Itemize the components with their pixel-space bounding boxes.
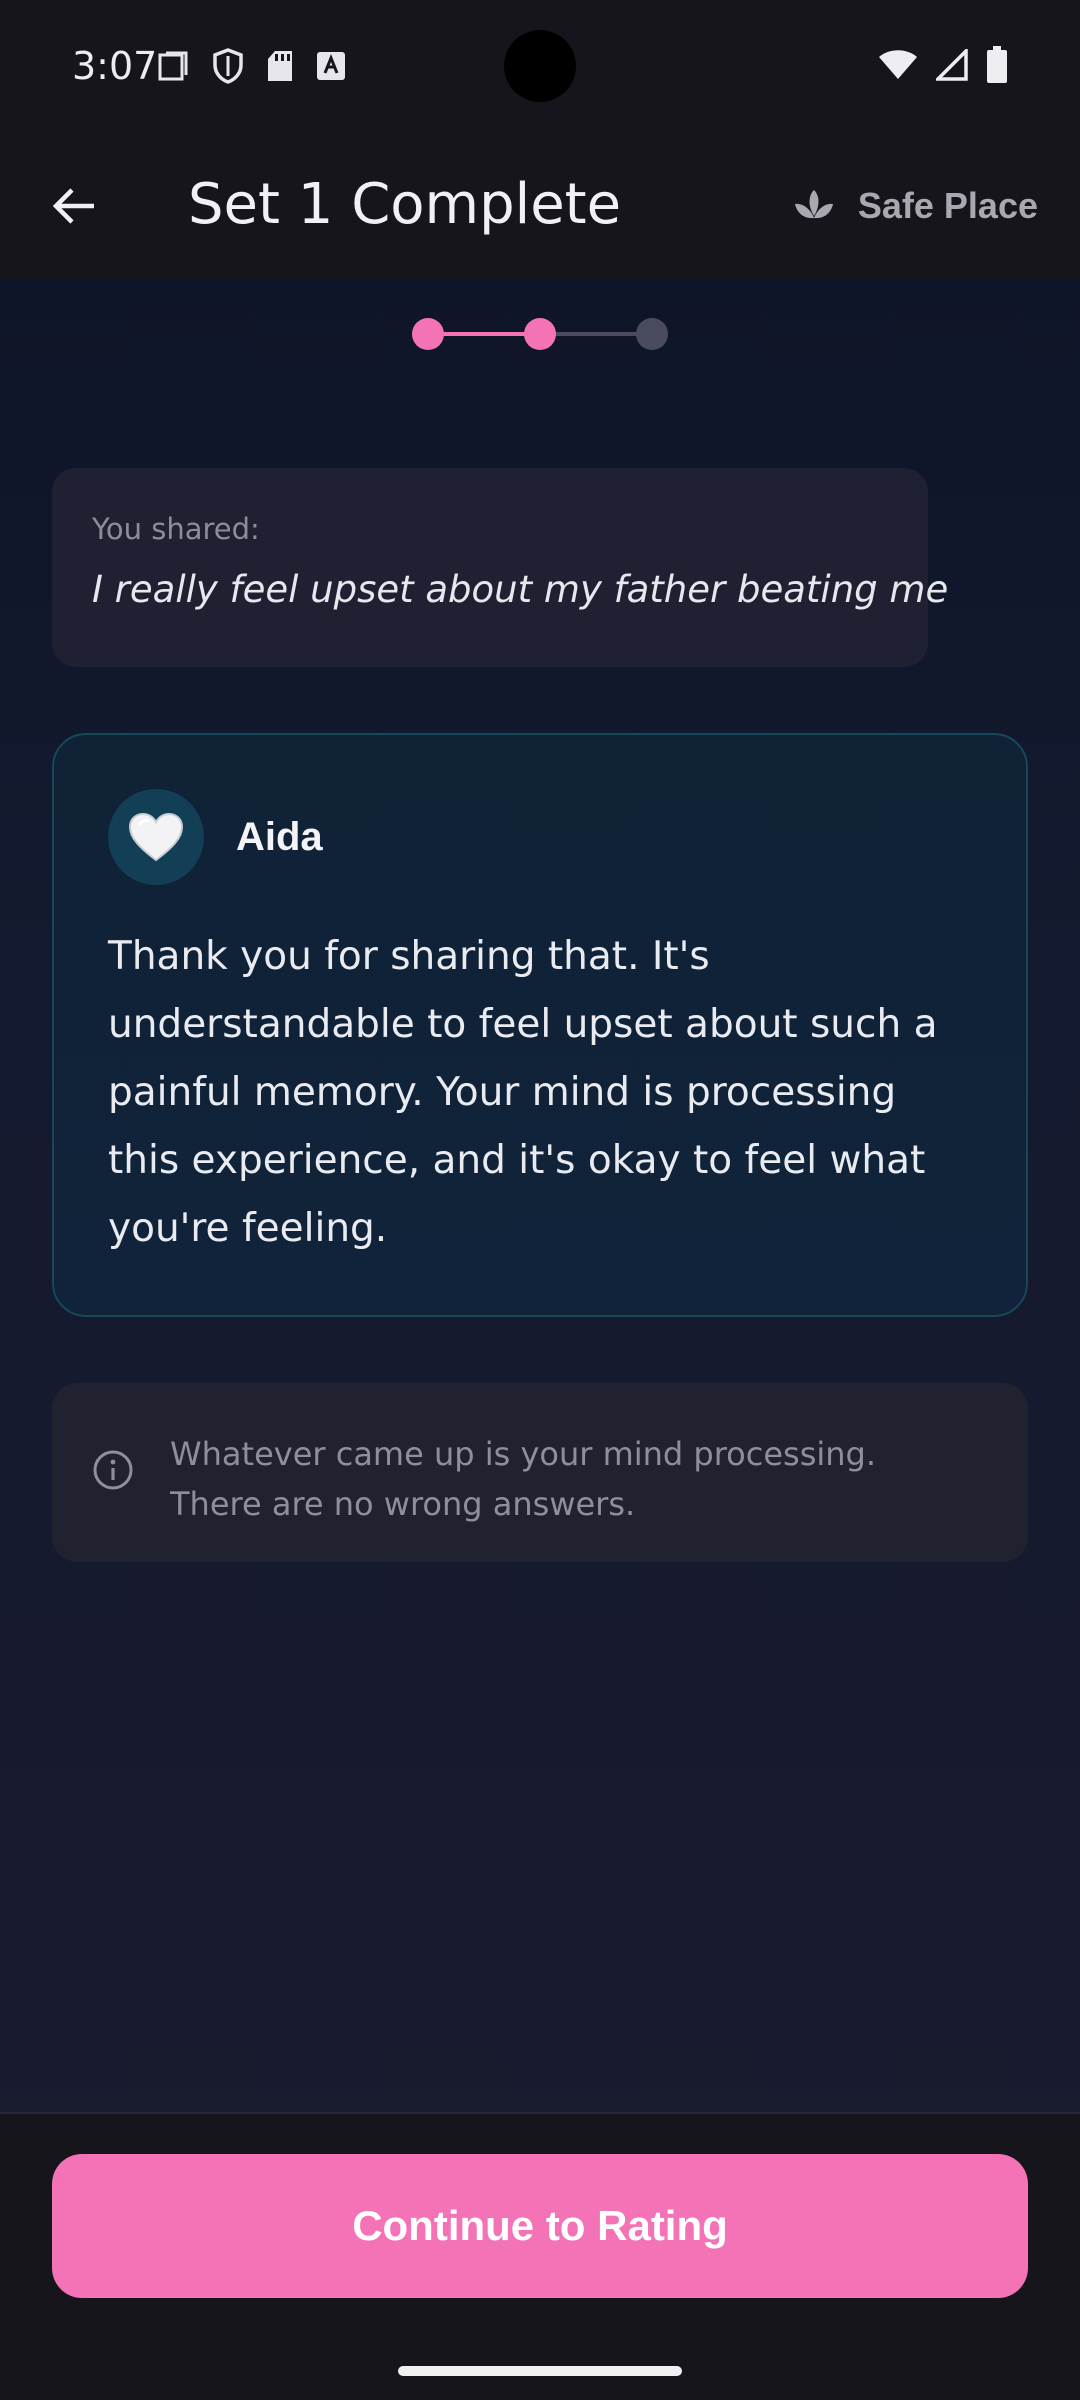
info-card: Whatever came up is your mind processing… (52, 1383, 1028, 1562)
avatar (108, 789, 204, 885)
notification-square-icon (158, 51, 188, 81)
status-bar: 3:07 (0, 0, 1080, 132)
continue-to-rating-button[interactable]: Continue to Rating (52, 2154, 1028, 2298)
page-title: Set 1 Complete (188, 172, 622, 237)
status-time: 3:07 (72, 44, 158, 88)
aida-message: Thank you for sharing that. It's underst… (108, 934, 938, 1251)
aida-name: Aida (236, 814, 323, 859)
white-heart-icon (128, 812, 184, 862)
shield-icon (213, 48, 243, 84)
sd-card-icon (268, 51, 292, 81)
battery-icon (987, 46, 1007, 83)
aida-header: Aida (108, 789, 972, 885)
font-a-icon (317, 52, 345, 80)
status-icons-left (156, 48, 346, 84)
signal-icon (936, 49, 968, 81)
shared-label: You shared: (92, 512, 260, 546)
home-indicator[interactable] (398, 2366, 682, 2376)
step-dot-2 (524, 318, 556, 350)
info-circle-icon (93, 1450, 133, 1490)
info-text: Whatever came up is your mind processing… (170, 1435, 877, 1523)
step-dot-3 (636, 318, 668, 350)
status-icons-right (878, 46, 1008, 84)
safe-place-label: Safe Place (857, 185, 1038, 226)
lotus-icon (794, 190, 833, 219)
safe-place-button[interactable]: Safe Place (792, 176, 1038, 236)
arrow-left-icon (52, 188, 94, 224)
app-bar: Set 1 Complete Safe Place (0, 132, 1080, 280)
shared-text: I really feel upset about my father beat… (92, 568, 949, 611)
shared-card: You shared: I really feel upset about my… (52, 468, 949, 667)
camera-cutout (504, 30, 576, 102)
aida-response-card: Aida Thank you for sharing that. It's un… (52, 733, 1028, 1317)
progress-stepper (412, 318, 668, 350)
back-button[interactable] (36, 168, 112, 244)
step-dot-1 (412, 318, 444, 350)
wifi-icon (879, 50, 917, 79)
